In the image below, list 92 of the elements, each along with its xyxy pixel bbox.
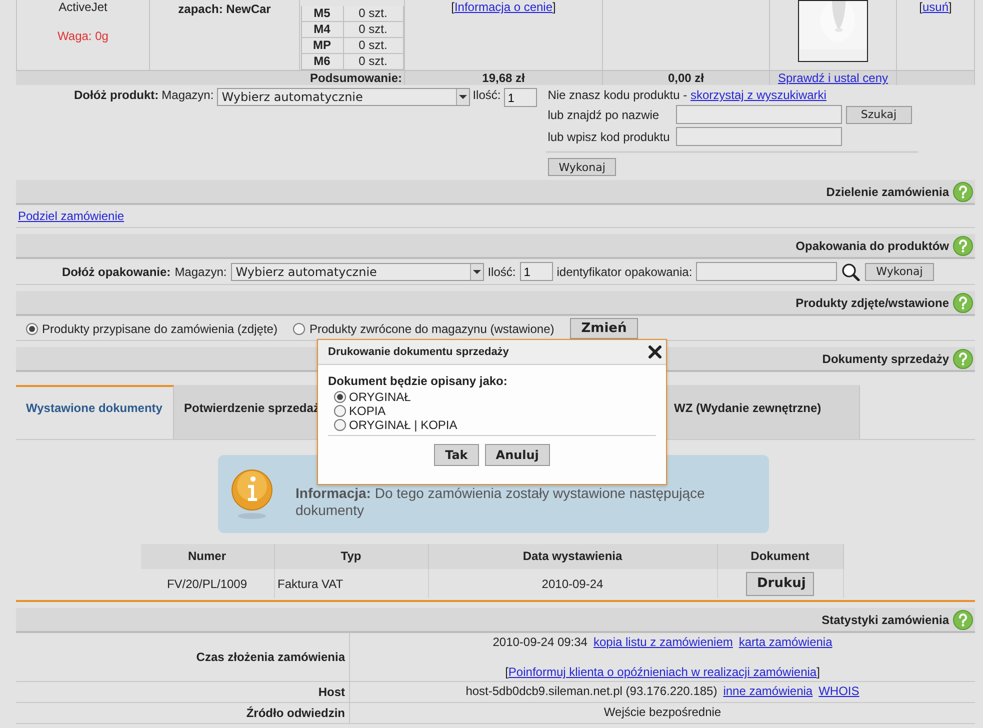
notify-client-link[interactable]: Poinformuj klienta o opóźnieniach w realizacji zamówienia [508, 665, 817, 679]
product-description: zapach: NewCar [178, 2, 271, 16]
radio-label: ORYGINAŁ | KOPIA [349, 418, 458, 432]
order-time: 2010-09-24 09:34 [492, 635, 588, 649]
notify-client-line: [Poinformuj klienta o opóźnieniach w realizacji zamówienia] [505, 665, 820, 679]
help-icon[interactable] [953, 236, 973, 256]
product-code-input[interactable] [676, 127, 842, 146]
summary-value: 0,00 zł [668, 71, 704, 85]
warehouse-label: Magazyn: [174, 264, 227, 278]
add-packaging-label: Dołóż opakowanie: [62, 264, 171, 278]
help-icon[interactable] [953, 610, 973, 630]
close-icon[interactable] [648, 345, 662, 359]
summary-label: Podsumowanie: [310, 71, 402, 85]
host-value: host-5db0dcb9.sileman.net.pl (93.176.220.185) [466, 684, 718, 698]
add-product-label: Dołóż produkt: [74, 88, 159, 102]
tab[interactable]: WZ (Wydanie zewnętrzne) [664, 385, 860, 439]
row-label: Host [16, 682, 350, 703]
print-button[interactable]: Drukuj [746, 572, 814, 596]
product-code-label: lub wpisz kod produktu [548, 130, 671, 144]
warehouse-cell: M5 [302, 6, 344, 22]
execute-button[interactable]: Wykonaj [548, 158, 616, 176]
order-link[interactable]: karta zamówienia [738, 635, 832, 649]
product-name: ActiveJet [58, 0, 108, 14]
dialog-title: Drukowanie dokumentu sprzedaży [328, 346, 509, 358]
quantity-cell: 0 szt. [344, 54, 404, 70]
split-order-link[interactable]: Podziel zamówienie [18, 209, 124, 223]
warehouse-cell: M4 [302, 22, 344, 38]
name-search-input[interactable] [676, 105, 842, 124]
radio-button[interactable] [293, 322, 306, 334]
dialog-prompt: Dokument będzie opisany jako: [328, 374, 508, 388]
radio-label: KOPIA [349, 404, 386, 418]
table-cell: 2010-09-24 [428, 569, 718, 598]
column-header: Data wystawienia [428, 544, 718, 569]
remove-link-line: [usuń] [919, 0, 952, 14]
warehouse-label: Magazyn: [162, 88, 214, 102]
row-label: Czas złożenia zamówienia [16, 633, 350, 682]
search-hint: Nie znasz kodu produktu - skorzystaj z wyszukiwarki [548, 88, 828, 102]
quantity-cell: 0 szt. [344, 22, 404, 38]
search-icon[interactable] [841, 262, 862, 280]
dialog-button[interactable]: Anuluj [484, 444, 550, 466]
warehouse-cell: MP [302, 38, 344, 54]
price-info-link[interactable]: Informacja o cenie [454, 0, 553, 14]
section-title: Dokumenty sprzedaży [822, 352, 949, 366]
quantity-input[interactable]: 1 [504, 88, 537, 107]
row-label: Źródło odwiedzin [16, 703, 350, 724]
section-title: Produkty zdjęte/wstawione [796, 296, 949, 310]
radio-label: Produkty przypisane do zamówienia (zdjęte) [42, 322, 278, 336]
table-cell: Faktura VAT [274, 569, 428, 598]
column-header: Numer [140, 544, 274, 569]
info-message: Informacja: Do tego zamówienia zostały wystawione następujące dokumenty [296, 485, 706, 519]
name-search-label: lub znajdź po nazwie [548, 108, 660, 122]
radio-button[interactable] [26, 322, 38, 334]
warehouse-select[interactable]: Wybierz automatycznie [230, 262, 484, 280]
price-info-link-line: [Informacja o cenie] [451, 0, 556, 14]
column-header: Typ [274, 544, 428, 569]
change-button[interactable]: Zmień [570, 318, 638, 339]
quantity-input[interactable]: 1 [520, 262, 553, 281]
table-cell: FV/20/PL/1009 [140, 569, 274, 598]
execute-button[interactable]: Wykonaj [865, 262, 934, 280]
packaging-id-input[interactable] [696, 262, 838, 281]
search-engine-link[interactable]: skorzystaj z wyszukiwarki [690, 88, 826, 102]
packaging-id-label: identyfikator opakowania: [556, 264, 692, 278]
host-link[interactable]: inne zamówienia [723, 684, 813, 698]
quantity-cell: 0 szt. [344, 38, 404, 54]
search-button[interactable]: Szukaj [846, 106, 912, 124]
radio-button[interactable] [334, 419, 346, 431]
radio-button[interactable] [334, 405, 346, 417]
dialog-button[interactable]: Tak [434, 444, 479, 466]
radio-button[interactable] [334, 391, 346, 403]
help-icon[interactable] [953, 182, 973, 202]
check-prices-link[interactable]: Sprawdź i ustal ceny [778, 71, 888, 85]
section-title: Statystyki zamówienia [822, 612, 949, 626]
warehouse-select[interactable]: Wybierz automatycznie [216, 88, 470, 106]
order-link[interactable]: kopia listu z zamówieniem [593, 635, 733, 649]
weight-text: Waga: 0g [58, 29, 108, 43]
warehouse-cell: M6 [302, 54, 344, 70]
radio-label: Produkty zwrócone do magazynu (wstawione) [309, 322, 554, 336]
column-header: Dokument [718, 544, 844, 569]
help-icon[interactable] [953, 348, 973, 368]
summary-value: 19,68 zł [482, 71, 525, 85]
info-icon [230, 468, 274, 520]
help-icon[interactable] [953, 292, 973, 312]
section-title: Opakowania do produktów [796, 238, 949, 252]
radio-label: ORYGINAŁ [349, 390, 411, 404]
host-link[interactable]: WHOIS [818, 684, 860, 698]
quantity-label: Ilość: [472, 88, 501, 102]
quantity-cell: 0 szt. [344, 6, 404, 22]
remove-link[interactable]: usuń [922, 0, 949, 14]
source-value: Wejście bezpośrednie [604, 705, 722, 719]
quantity-label: Ilość: [488, 264, 516, 278]
tab[interactable]: Wystawione dokumenty [16, 385, 174, 439]
section-title: Dzielenie zamówienia [826, 184, 949, 198]
